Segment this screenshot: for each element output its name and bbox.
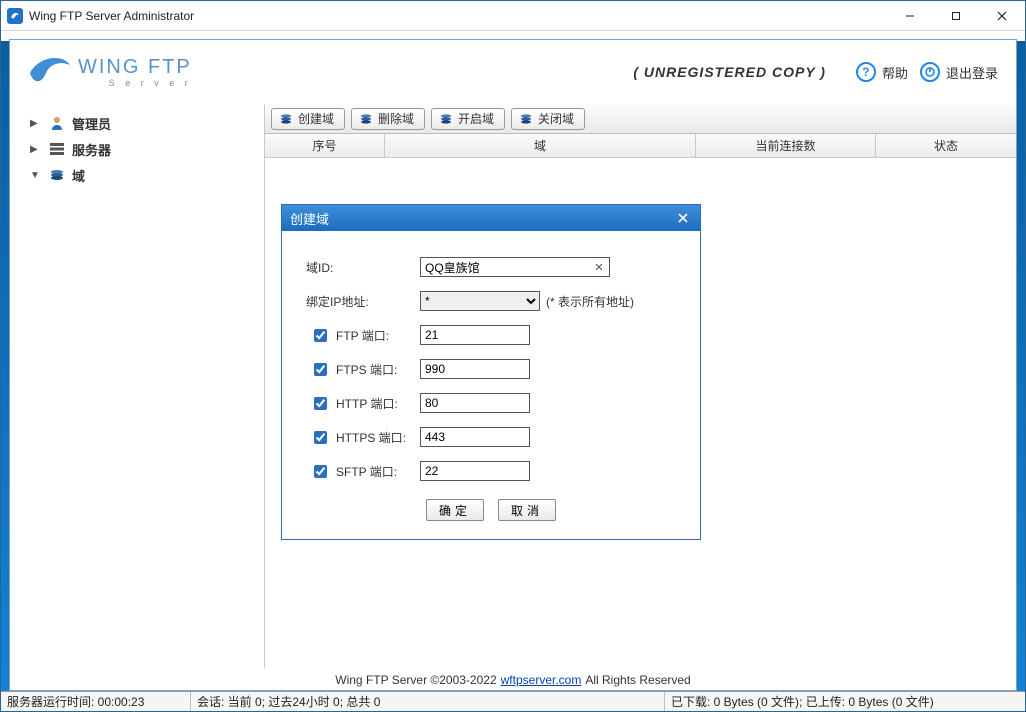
create-domain-dialog: 创建域 域ID: ✕ xyxy=(281,204,701,540)
status-sessions: 会话: 当前 0; 过去24小时 0; 总共 0 xyxy=(191,692,665,711)
grid-col-status[interactable]: 状态 xyxy=(876,134,1016,157)
help-label: 帮助 xyxy=(882,63,908,82)
dialog-cancel-button[interactable]: 取消 xyxy=(498,499,556,521)
https-port-label: HTTPS 端口: xyxy=(336,429,406,446)
ftps-port-checkbox[interactable] xyxy=(314,363,327,376)
footer-prefix: Wing FTP Server ©2003-2022 xyxy=(335,673,496,687)
window-title: Wing FTP Server Administrator xyxy=(29,9,887,23)
sidebar-item-admin[interactable]: ▶ 管理员 xyxy=(10,110,264,136)
footer-suffix: All Rights Reserved xyxy=(585,673,690,687)
dialog-titlebar[interactable]: 创建域 xyxy=(282,205,700,231)
ftps-port-input[interactable] xyxy=(420,359,530,379)
https-port-checkbox[interactable] xyxy=(314,431,327,444)
content-area: 创建域 删除域 开启域 关闭域 xyxy=(265,104,1016,668)
maximize-button[interactable] xyxy=(933,1,979,30)
help-link[interactable]: ? 帮助 xyxy=(856,62,908,82)
grid-col-seq[interactable]: 序号 xyxy=(265,134,385,157)
domain-id-label: 域ID: xyxy=(306,259,420,276)
http-port-label: HTTP 端口: xyxy=(336,395,398,412)
ftps-port-label: FTPS 端口: xyxy=(336,361,397,378)
sftp-port-checkbox[interactable] xyxy=(314,465,327,478)
toolbar-label: 删除域 xyxy=(378,110,414,127)
domain-grid-header: 序号 域 当前连接数 状态 xyxy=(265,134,1016,158)
server-icon xyxy=(48,141,66,157)
logo: WING FTP S e r v e r xyxy=(28,55,192,89)
app-window: Wing FTP Server Administrator xyxy=(0,0,1026,712)
main-row: ▶ 管理员 ▶ 服务器 ▼ xyxy=(10,104,1016,668)
expand-arrow-icon: ▶ xyxy=(30,118,40,129)
ftp-port-input[interactable] xyxy=(420,325,530,345)
help-icon: ? xyxy=(856,62,876,82)
statusbar: 服务器运行时间: 00:00:23 会话: 当前 0; 过去24小时 0; 总共… xyxy=(1,691,1025,711)
delete-domain-button[interactable]: 删除域 xyxy=(351,108,425,130)
sidebar-item-server[interactable]: ▶ 服务器 xyxy=(10,136,264,162)
admin-icon xyxy=(48,115,66,131)
bind-ip-label: 绑定IP地址: xyxy=(306,293,420,310)
logout-link[interactable]: 退出登录 xyxy=(920,62,998,82)
minimize-button[interactable] xyxy=(887,1,933,30)
dialog-body: 域ID: ✕ 绑定IP地址: * (* 表示所有地址) xyxy=(282,231,700,539)
domain-stack-icon xyxy=(48,167,66,183)
power-icon xyxy=(920,62,940,82)
footer-link[interactable]: wftpserver.com xyxy=(501,673,582,687)
domain-stack-icon xyxy=(518,112,534,126)
sidebar-item-label: 管理员 xyxy=(72,114,111,133)
sidebar-item-domain[interactable]: ▼ 域 xyxy=(10,162,264,188)
titlebar: Wing FTP Server Administrator xyxy=(1,1,1025,31)
dialog-title: 创建域 xyxy=(290,209,674,228)
app-icon xyxy=(7,8,23,24)
domain-stack-icon xyxy=(278,112,294,126)
logo-text-1: WING FTP xyxy=(78,57,192,77)
sidebar: ▶ 管理员 ▶ 服务器 ▼ xyxy=(10,104,265,668)
grid-col-connections[interactable]: 当前连接数 xyxy=(696,134,876,157)
sftp-port-input[interactable] xyxy=(420,461,530,481)
start-domain-button[interactable]: 开启域 xyxy=(431,108,505,130)
bind-ip-hint: (* 表示所有地址) xyxy=(546,293,634,310)
https-port-input[interactable] xyxy=(420,427,530,447)
domain-stack-icon xyxy=(358,112,374,126)
expand-arrow-icon: ▼ xyxy=(30,170,40,181)
toolbar-label: 创建域 xyxy=(298,110,334,127)
status-uptime: 服务器运行时间: 00:00:23 xyxy=(1,692,191,711)
expand-arrow-icon: ▶ xyxy=(30,144,40,155)
logo-text-2: S e r v e r xyxy=(78,79,192,88)
grid-col-domain[interactable]: 域 xyxy=(385,134,696,157)
close-button[interactable] xyxy=(979,1,1025,30)
sidebar-item-label: 服务器 xyxy=(72,140,111,159)
http-port-checkbox[interactable] xyxy=(314,397,327,410)
bind-ip-select[interactable]: * xyxy=(420,291,540,311)
window-controls xyxy=(887,1,1025,30)
domain-id-input[interactable] xyxy=(420,257,610,277)
create-domain-button[interactable]: 创建域 xyxy=(271,108,345,130)
unregistered-label: ( UNREGISTERED COPY ) xyxy=(633,64,826,80)
domain-stack-icon xyxy=(438,112,454,126)
background-strip: WING FTP S e r v e r ( UNREGISTERED COPY… xyxy=(1,31,1025,691)
logo-swoosh-icon xyxy=(28,55,72,89)
stop-domain-button[interactable]: 关闭域 xyxy=(511,108,585,130)
status-transfer: 已下载: 0 Bytes (0 文件); 已上传: 0 Bytes (0 文件) xyxy=(665,692,1025,711)
toolbar-label: 关闭域 xyxy=(538,110,574,127)
domain-grid-body: 创建域 域ID: ✕ xyxy=(265,158,1016,668)
app-header: WING FTP S e r v e r ( UNREGISTERED COPY… xyxy=(10,40,1016,104)
app-frame: WING FTP S e r v e r ( UNREGISTERED COPY… xyxy=(9,39,1017,691)
http-port-input[interactable] xyxy=(420,393,530,413)
toolbar-label: 开启域 xyxy=(458,110,494,127)
copyright-footer: Wing FTP Server ©2003-2022 wftpserver.co… xyxy=(10,668,1016,690)
dialog-close-button[interactable] xyxy=(674,209,692,227)
ftp-port-checkbox[interactable] xyxy=(314,329,327,342)
logout-label: 退出登录 xyxy=(946,63,998,82)
sftp-port-label: SFTP 端口: xyxy=(336,463,397,480)
sidebar-item-label: 域 xyxy=(72,166,85,185)
dialog-ok-button[interactable]: 确定 xyxy=(426,499,484,521)
ftp-port-label: FTP 端口: xyxy=(336,327,389,344)
domain-toolbar: 创建域 删除域 开启域 关闭域 xyxy=(265,104,1016,134)
clear-input-icon[interactable]: ✕ xyxy=(592,261,606,274)
